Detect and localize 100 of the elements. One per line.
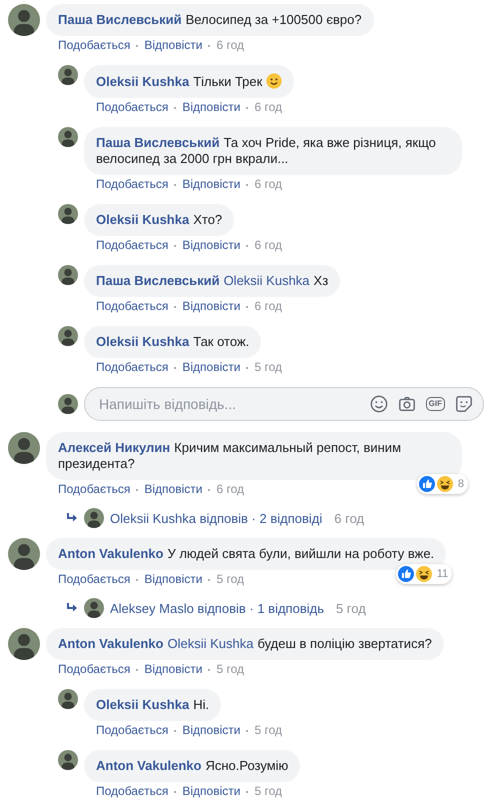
author-link[interactable]: Oleksii Kushka [96,74,190,89]
mention-link[interactable]: Oleksii Kushka [167,636,254,651]
reply-link[interactable]: Відповісти [182,784,240,799]
like-link[interactable]: Подобається [96,784,168,799]
separator-dot [246,366,248,368]
avatar[interactable] [8,432,40,464]
comment-text: Anton Vakulenko Ясно.Розумію [96,758,288,773]
avatar[interactable] [84,508,104,528]
like-link[interactable]: Подобається [58,572,130,587]
timestamp: 5 год [254,360,282,375]
sticker-icon [455,395,473,413]
avatar[interactable] [58,689,78,709]
mention-link[interactable]: Oleksii Kushka [224,273,310,288]
separator-dot [174,730,176,732]
author-link[interactable]: Anton Vakulenko [58,636,164,651]
author-link[interactable]: Oleksii Kushka [96,212,190,227]
smiley-icon [370,395,388,413]
reply-link[interactable]: Відповісти [144,482,202,497]
timestamp: 6 год [254,299,282,314]
timestamp: 6 год [216,482,244,497]
reply-link[interactable]: Відповісти [182,360,240,375]
reply-link[interactable]: Відповісти [182,723,240,738]
reply-link[interactable]: Відповісти [182,100,240,115]
separator-dot [174,184,176,186]
reply-link[interactable]: Відповісти [144,38,202,53]
separator-dot [208,578,210,580]
like-link[interactable]: Подобається [58,38,130,53]
separator-dot [136,488,138,490]
avatar[interactable] [84,598,104,618]
separator-dot [174,106,176,108]
reply-link[interactable]: Відповісти [182,238,240,253]
separator-dot [246,306,248,308]
separator-dot [246,730,248,732]
avatar[interactable] [58,394,78,414]
separator-dot [246,244,248,246]
timestamp: 6 год [254,100,282,115]
comment-text: Oleksii Kushka Ні. [96,697,210,712]
laughing-face-icon [436,476,453,492]
reply-input[interactable]: Напишіть відповідь... GIF [84,387,484,421]
gif-button[interactable]: GIF [426,397,445,411]
like-icon [398,566,414,582]
separator-dot [136,578,138,580]
separator-dot [174,244,176,246]
author-link[interactable]: Oleksii Kushka [96,334,190,349]
like-link[interactable]: Подобається [58,482,130,497]
reply-link[interactable]: Відповісти [182,177,240,192]
timestamp: 5 год [216,572,244,587]
like-icon [418,476,435,492]
avatar[interactable] [58,65,78,85]
avatar[interactable] [8,628,40,660]
timestamp: 6 год [334,510,364,526]
timestamp: 5 год [336,600,366,616]
like-link[interactable]: Подобається [96,360,168,375]
replies-link[interactable]: Aleksey Maslo відповів · 1 відповідь [110,600,324,616]
avatar[interactable] [8,4,40,36]
author-link[interactable]: Oleksii Kushka [96,697,190,712]
avatar[interactable] [58,127,78,147]
avatar[interactable] [8,538,40,570]
comment-text: Anton Vakulenko Oleksii Kushka будеш в поліцію звертатися? [58,636,432,651]
avatar[interactable] [58,326,78,346]
like-link[interactable]: Подобається [58,662,130,677]
separator-dot [136,44,138,46]
comment-text: Oleksii Kushka Хто? [96,212,222,227]
author-link[interactable]: Anton Vakulenko [96,758,202,773]
comment-text: Oleksii Kushka Так отож. [96,334,250,349]
like-link[interactable]: Подобається [96,299,168,314]
timestamp: 5 год [254,723,282,738]
avatar[interactable] [58,265,78,285]
avatar[interactable] [58,750,78,770]
like-link[interactable]: Подобається [96,723,168,738]
timestamp: 5 год [216,662,244,677]
timestamp: 5 год [254,784,282,799]
avatar[interactable] [58,204,78,224]
author-link[interactable]: Anton Vakulenko [58,546,164,561]
timestamp: 6 год [254,177,282,192]
like-link[interactable]: Подобається [96,100,168,115]
camera-button[interactable] [398,395,416,413]
like-link[interactable]: Подобається [96,238,168,253]
sticker-button[interactable] [455,395,473,413]
emoji-button[interactable] [370,395,388,413]
comment-text: Паша Вислевський Велосипед за +100500 євро? [58,12,362,27]
author-link[interactable]: Паша Вислевський [96,135,220,150]
reply-link[interactable]: Відповісти [182,299,240,314]
author-link[interactable]: Паша Вислевський [96,273,220,288]
reply-arrow-icon [66,513,78,523]
replies-link[interactable]: Oleksii Kushka відповів · 2 відповіді [110,510,322,526]
author-link[interactable]: Алексей Никулин [58,440,170,455]
separator-dot [246,790,248,792]
comment-text: Паша Вислевський Oleksii Kushka Хз [96,273,328,288]
separator-dot [174,306,176,308]
separator-dot [208,488,210,490]
separator-dot [246,106,248,108]
reply-link[interactable]: Відповісти [144,572,202,587]
separator-dot [174,790,176,792]
comment-text: Алексей Никулин Кричим максимальный репост, виним президента? [58,440,402,471]
reply-link[interactable]: Відповісти [144,662,202,677]
author-link[interactable]: Паша Вислевський [58,12,182,27]
like-link[interactable]: Подобається [96,177,168,192]
timestamp: 6 год [254,238,282,253]
comment-text: Oleksii Kushka Тільки Трек [96,74,262,89]
